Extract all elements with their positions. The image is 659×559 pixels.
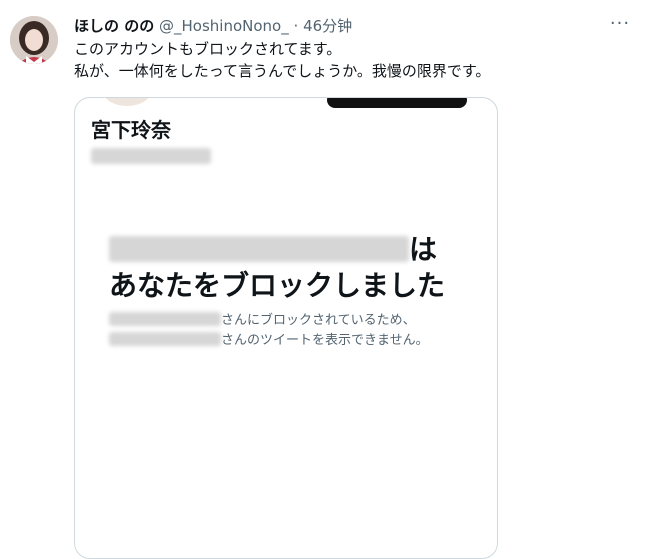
author-handle[interactable]: @_HoshinoNono_ — [159, 17, 289, 35]
header-separator: · — [293, 17, 299, 35]
tweet-text-line: 私が、一体何をしたって言うんでしょうか。我慢の限界です。 — [74, 62, 491, 80]
blocked-sub-line2: さんのツイートを表示できません。 — [221, 333, 429, 348]
author-avatar[interactable] — [10, 16, 58, 64]
tweet-text: このアカウントもブロックされてます。 私が、一体何をしたって言うんでしょうか。我… — [74, 38, 644, 82]
blocked-title-suffix: は — [409, 233, 438, 266]
more-options-button[interactable]: ··· — [608, 14, 632, 36]
blocked-sub-line1: さんにブロックされているため、 — [221, 313, 416, 328]
tweet-text-line: このアカウントもブロックされてます。 — [74, 40, 342, 58]
ellipsis-icon: ··· — [609, 13, 631, 34]
avatar-photo-icon — [10, 16, 58, 64]
card-follow-button-edge — [327, 98, 467, 108]
blurred-username — [109, 312, 221, 326]
blocked-title: は あなたをブロックしました — [109, 232, 489, 304]
blocked-subtitle: さんにブロックされているため、 さんのツイートを表示できません。 — [109, 310, 489, 350]
author-display-name[interactable]: ほしの のの — [74, 17, 154, 35]
blurred-handle — [91, 148, 211, 164]
card-profile-name: 宮下玲奈 — [91, 118, 171, 142]
attached-screenshot-card[interactable]: 宮下玲奈 は あなたをブロックしました さんにブロックされているため、 さんのツ… — [74, 97, 498, 559]
card-avatar-edge — [103, 98, 151, 106]
blurred-username — [109, 332, 221, 346]
blurred-username — [109, 236, 409, 262]
tweet-timestamp[interactable]: 46分钟 — [303, 17, 352, 35]
tweet-header: ほしの のの @_HoshinoNono_ · 46分钟 — [74, 15, 599, 37]
blocked-title-line2: あなたをブロックしました — [109, 269, 446, 302]
